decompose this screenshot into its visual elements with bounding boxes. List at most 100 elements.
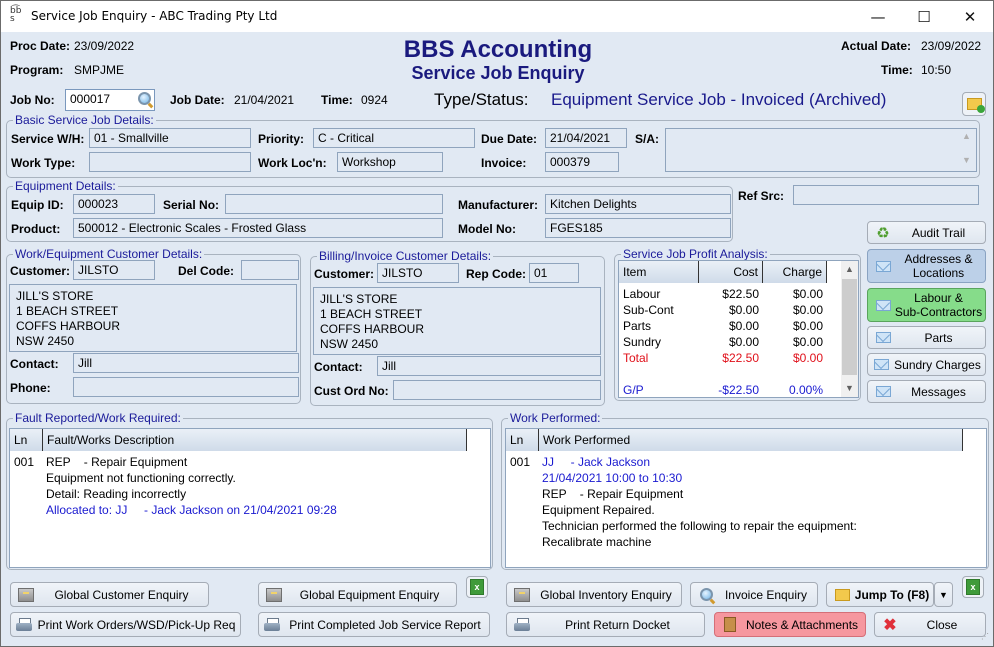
print-work-orders-button[interactable]: Print Work Orders/WSD/Pick-Up Req <box>10 612 241 637</box>
global-customer-enquiry-button[interactable]: Global Customer Enquiry <box>10 582 209 607</box>
rep-code-field[interactable]: 01 <box>529 263 579 283</box>
billing-customer-field[interactable]: JILSTO <box>377 263 459 283</box>
serial-no-field[interactable] <box>225 194 443 214</box>
cust-ord-field[interactable] <box>393 380 601 400</box>
work-performed-title: Work Performed: <box>508 411 603 425</box>
export-excel-button-right[interactable]: x <box>962 576 984 598</box>
chevron-down-icon: ▼ <box>939 589 948 600</box>
del-code-field[interactable] <box>241 260 299 280</box>
scroll-down-icon[interactable]: ▼ <box>845 383 854 393</box>
jump-to-label: Jump To (F8) <box>854 587 930 602</box>
work-customer-field[interactable]: JILSTO <box>73 260 155 280</box>
scroll-up-icon[interactable]: ▲ <box>845 264 854 274</box>
actual-time-label: Time: <box>881 63 913 77</box>
ref-src-field[interactable] <box>793 185 979 205</box>
work-performed-list[interactable]: Ln Work Performed 001 JJ - Jack Jackson 2… <box>505 428 987 568</box>
job-search-icon[interactable] <box>138 92 151 105</box>
manufacturer-field[interactable]: Kitchen Delights <box>545 194 731 214</box>
work-locn-field[interactable]: Workshop <box>337 152 443 172</box>
equip-id-field[interactable]: 000023 <box>73 194 155 214</box>
fault-col-description[interactable]: Fault/Works Description <box>43 429 467 451</box>
profit-charge: 0.00% <box>788 383 823 397</box>
fault-col-ln[interactable]: Ln <box>10 429 43 451</box>
product-label: Product: <box>11 222 61 236</box>
profit-row: G/P -$22.50 0.00% <box>619 383 829 399</box>
labour-subcontractors-label: Labour & Sub-Contractors <box>894 291 983 319</box>
model-no-field[interactable]: FGES185 <box>545 218 731 238</box>
invoice-field[interactable]: 000379 <box>545 152 619 172</box>
print-return-docket-button[interactable]: Print Return Docket <box>506 612 705 637</box>
billing-contact-label: Contact: <box>314 360 363 374</box>
fault-list[interactable]: Ln Fault/Works Description 001 REP - Rep… <box>9 428 491 568</box>
envelope-icon <box>872 357 890 373</box>
maximize-button[interactable]: ☐ <box>901 1 947 32</box>
work-type-field[interactable] <box>89 152 251 172</box>
profit-row: Sub-Cont $0.00 $0.00 <box>619 303 829 319</box>
sa-scroll-up-icon[interactable]: ▲ <box>962 131 971 141</box>
close-button[interactable]: ✖ Close <box>874 612 986 637</box>
global-equipment-enquiry-button[interactable]: Global Equipment Enquiry <box>258 582 457 607</box>
billing-contact-field[interactable]: Jill <box>377 356 601 376</box>
job-time-value: 0924 <box>361 93 388 107</box>
scroll-thumb[interactable] <box>842 279 857 375</box>
invoice-enquiry-label: Invoice Enquiry <box>724 587 808 602</box>
messages-button[interactable]: Messages <box>867 380 986 403</box>
due-date-label: Due Date: <box>481 132 538 146</box>
print-work-orders-label: Print Work Orders/WSD/Pick-Up Req <box>37 617 236 632</box>
actual-time-value: 10:50 <box>921 63 952 77</box>
profit-cost: $22.50 <box>722 351 759 365</box>
add-folder-button[interactable] <box>962 92 986 116</box>
sundry-charges-button[interactable]: Sundry Charges <box>867 353 986 376</box>
close-window-button[interactable]: ✕ <box>947 1 993 32</box>
billing-customer-title: Billing/Invoice Customer Details: <box>317 249 494 263</box>
bbs-app-icon: b͡b s <box>10 6 22 24</box>
product-field[interactable]: 500012 - Electronic Scales - Frosted Gla… <box>73 218 443 238</box>
list-line: JJ - Jack Jackson <box>542 455 651 469</box>
print-completed-job-button[interactable]: Print Completed Job Service Report <box>258 612 490 637</box>
del-code-label: Del Code: <box>178 264 235 278</box>
minimize-button[interactable]: — <box>855 1 901 32</box>
profit-col-charge[interactable]: Charge <box>763 261 827 283</box>
profit-item: Labour <box>623 287 661 301</box>
parts-button[interactable]: Parts <box>867 326 986 349</box>
addresses-locations-button[interactable]: Addresses & Locations <box>867 249 986 283</box>
program-value: SMPJME <box>74 63 125 77</box>
invoice-enquiry-button[interactable]: Invoice Enquiry <box>690 582 818 607</box>
envelope-icon <box>874 297 892 313</box>
notes-attachments-label: Notes & Attachments <box>745 617 859 632</box>
work-col-ln[interactable]: Ln <box>506 429 539 451</box>
audit-trail-label: Audit Trail <box>911 225 966 240</box>
global-inventory-enquiry-button[interactable]: Global Inventory Enquiry <box>506 582 682 607</box>
labour-subcontractors-button[interactable]: Labour & Sub-Contractors <box>867 288 986 322</box>
address-line: JILL'S STORE <box>320 292 398 306</box>
export-excel-button-left[interactable]: x <box>466 576 488 598</box>
jump-to-button[interactable]: Jump To (F8) <box>826 582 934 607</box>
resize-grip[interactable]: ⋰ <box>981 633 991 645</box>
equip-id-label: Equip ID: <box>11 198 64 212</box>
work-contact-field[interactable]: Jill <box>73 353 299 373</box>
print-return-docket-label: Print Return Docket <box>565 617 670 632</box>
close-label: Close <box>926 617 958 632</box>
profit-col-item[interactable]: Item <box>619 261 699 283</box>
profit-col-cost[interactable]: Cost <box>699 261 763 283</box>
profit-cost: -$22.50 <box>718 383 759 397</box>
sa-scroll-down-icon[interactable]: ▼ <box>962 155 971 165</box>
service-wh-field[interactable]: 01 - Smallville <box>89 128 251 148</box>
fault-line-number: 001 <box>14 455 35 469</box>
due-date-field[interactable]: 21/04/2021 <box>545 128 627 148</box>
phone-field[interactable] <box>73 377 299 397</box>
work-col-performed[interactable]: Work Performed <box>539 429 963 451</box>
audit-trail-button[interactable]: ♻ Audit Trail <box>867 221 986 244</box>
priority-field[interactable]: C - Critical <box>313 128 475 148</box>
app-heading: BBS Accounting <box>403 36 593 63</box>
fault-reported-title: Fault Reported/Work Required: <box>13 411 183 425</box>
notes-attachments-button[interactable]: Notes & Attachments <box>714 612 866 637</box>
sa-textarea[interactable] <box>665 128 977 172</box>
equipment-details-title: Equipment Details: <box>13 179 118 193</box>
jump-to-dropdown-button[interactable]: ▼ <box>934 582 953 607</box>
proc-date-value: 23/09/2022 <box>74 39 135 53</box>
program-label: Program: <box>10 63 64 77</box>
basic-service-job-title: Basic Service Job Details: <box>13 113 156 127</box>
profit-scrollbar[interactable]: ▲ ▼ <box>841 261 858 397</box>
title-bar: b͡b s Service Job Enquiry - ABC Trading P… <box>1 1 993 32</box>
